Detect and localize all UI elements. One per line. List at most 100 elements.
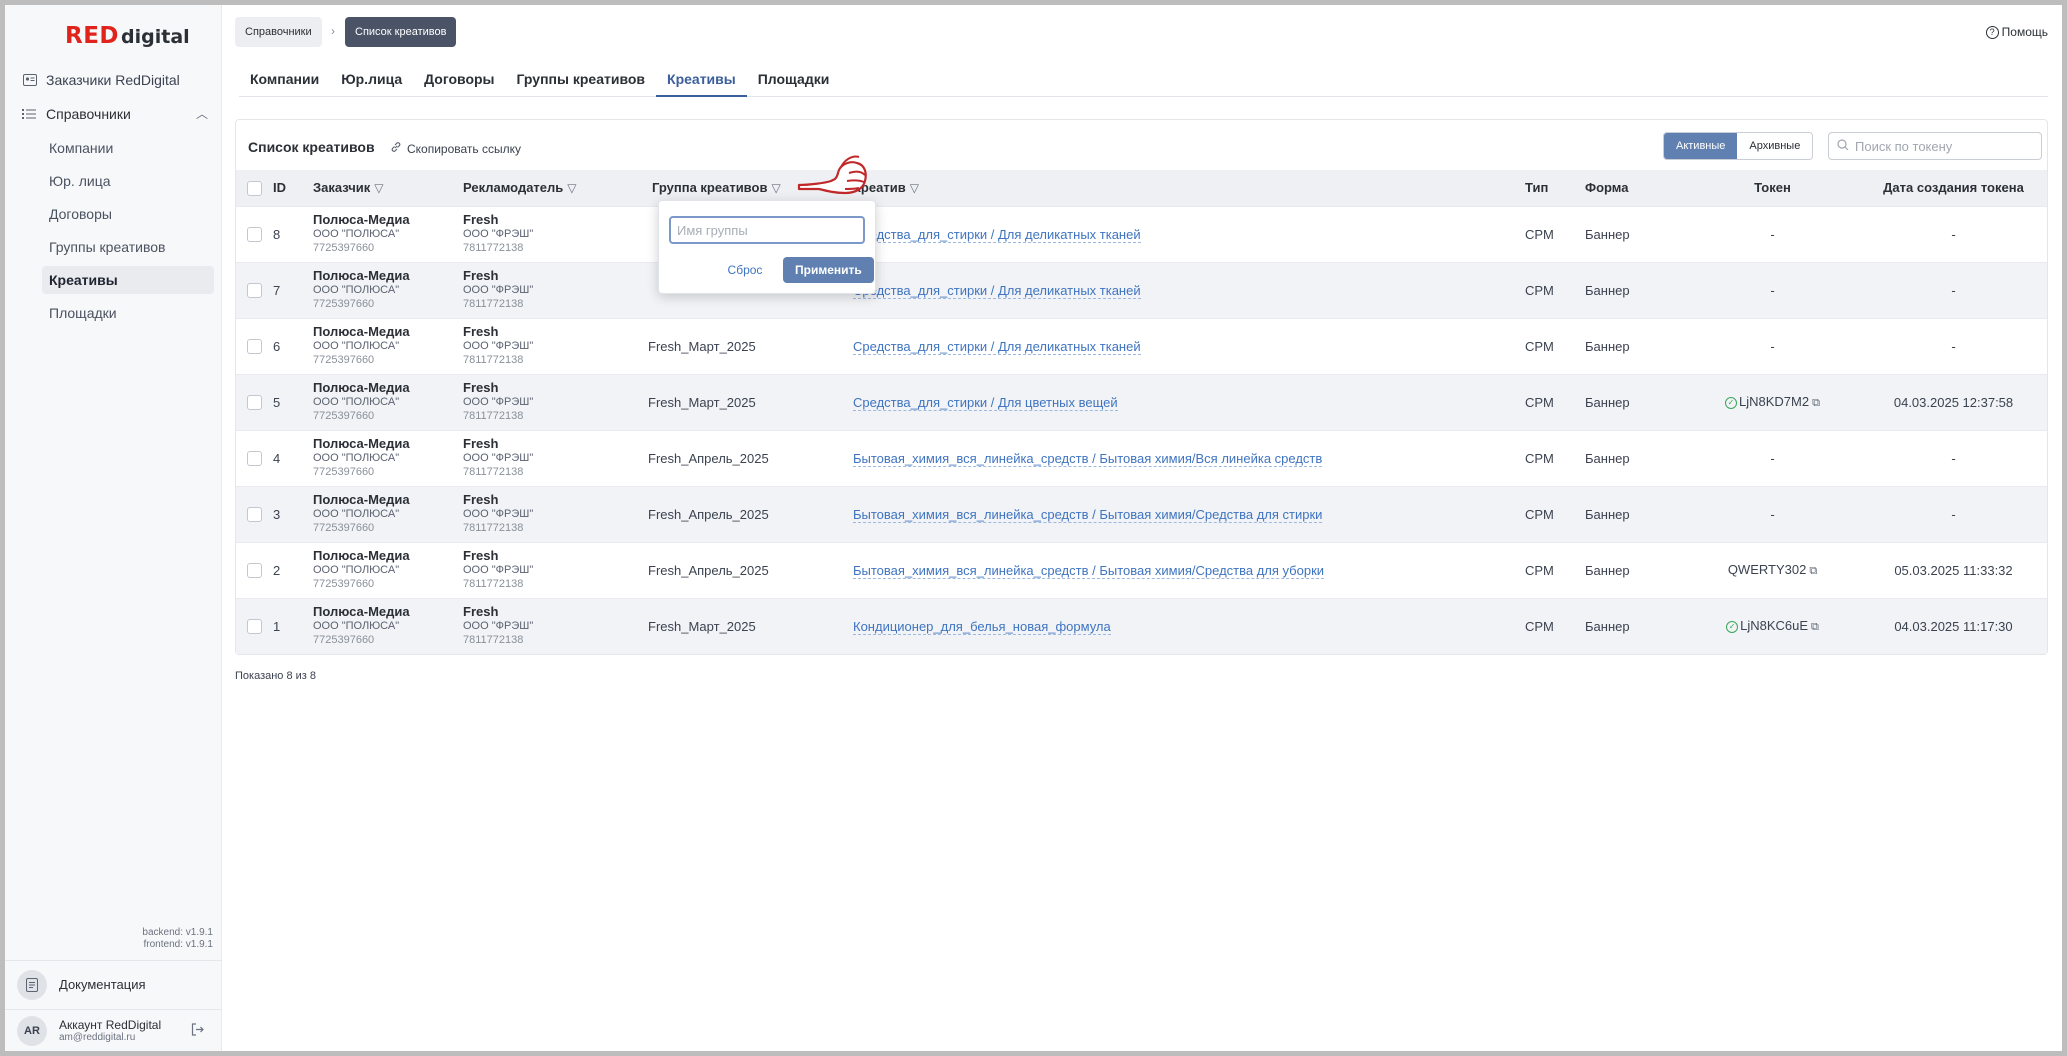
creative-link[interactable]: Бытовая_химия_вся_линейка_средств / Быто… [853, 506, 1323, 523]
token-cell: - [1685, 486, 1860, 542]
customer-inn: 7725397660 [313, 354, 375, 366]
breadcrumb-directories[interactable]: Справочники [235, 17, 322, 47]
token-date-cell: 04.03.2025 11:17:30 [1894, 618, 2013, 634]
tab-contracts[interactable]: Договоры [413, 59, 505, 97]
copy-icon[interactable]: ⧉ [1811, 621, 1819, 633]
logout-icon[interactable] [191, 1023, 204, 1039]
col-group-label: Группа креативов [652, 180, 768, 196]
filter-icon[interactable]: ▽ [771, 181, 780, 195]
chevron-up-icon[interactable]: ︿ [196, 105, 208, 122]
creative-link[interactable]: Бытовая_химия_вся_линейка_средств / Быто… [853, 450, 1323, 467]
status-toggle: Активные Архивные [1663, 132, 1814, 160]
sidebar: RED digital Заказчики RedDigital Справоч… [5, 5, 222, 1051]
sidebar-item-customers[interactable]: Заказчики RedDigital [22, 67, 180, 93]
tab-creative-groups[interactable]: Группы креативов [506, 59, 657, 97]
creative-link[interactable]: Средства_для_стирки / Для цветных вещей [853, 394, 1118, 411]
group-name-input[interactable] [669, 216, 865, 244]
token-search-input[interactable]: Поиск по токену [1828, 132, 2042, 160]
customer-inn: 7725397660 [313, 634, 375, 647]
row-checkbox[interactable] [247, 619, 262, 635]
logo-digital: digital [121, 26, 190, 48]
sidebar-item-companies[interactable]: Компании [42, 134, 214, 162]
reset-button[interactable]: Сброс [719, 257, 771, 283]
creative-link[interactable]: Бытовая_химия_вся_линейка_средств / Быто… [853, 562, 1325, 579]
token-value: - [1770, 450, 1775, 466]
copy-icon[interactable]: ⧉ [1809, 565, 1817, 577]
copy-icon[interactable]: ⧉ [1812, 397, 1820, 409]
col-advertiser: Рекламодатель ▽ [463, 170, 648, 206]
tab-legal-entities[interactable]: Юр.лица [330, 59, 413, 97]
customer-legal: ООО "ПОЛЮСА" [313, 508, 400, 520]
customer-cell: Полюса-Медиа ООО "ПОЛЮСА" 7725397660 [313, 486, 463, 542]
filter-icon[interactable]: ▽ [910, 181, 919, 195]
row-checkbox[interactable] [247, 451, 262, 467]
table-row[interactable]: 5 Полюса-Медиа ООО "ПОЛЮСА" 7725397660 F… [236, 374, 2047, 430]
creative-cell: Бытовая_химия_вся_линейка_средств / Быто… [853, 430, 1525, 486]
sidebar-item-creatives[interactable]: Креативы [42, 266, 214, 294]
customer-name: Полюса-Медиа [313, 436, 410, 451]
table-row[interactable]: 2 Полюса-Медиа ООО "ПОЛЮСА" 7725397660 F… [236, 542, 2047, 598]
advertiser-legal: ООО "ФРЭШ" [463, 620, 534, 633]
sidebar-section-directories[interactable]: Справочники ︿ [22, 101, 208, 127]
copy-link-button[interactable]: Скопировать ссылку [390, 141, 521, 156]
creative-cell: Средства_для_стирки / Для деликатных тка… [853, 262, 1525, 318]
table-row[interactable]: 6 Полюса-Медиа ООО "ПОЛЮСА" 7725397660 F… [236, 318, 2047, 374]
table-row[interactable]: 4 Полюса-Медиа ООО "ПОЛЮСА" 7725397660 F… [236, 430, 2047, 486]
check-circle-icon: ✓ [1725, 396, 1738, 409]
row-checkbox[interactable] [247, 395, 262, 411]
form-cell: Баннер [1585, 394, 1630, 410]
active-filter-button[interactable]: Активные [1664, 133, 1738, 159]
table-row[interactable]: 3 Полюса-Медиа ООО "ПОЛЮСА" 7725397660 F… [236, 486, 2047, 542]
sidebar-item-creative-groups[interactable]: Группы креативов [42, 233, 214, 261]
table-row[interactable]: 1 Полюса-Медиа ООО "ПОЛЮСА" 7725397660 F… [236, 598, 2047, 654]
sidebar-item-contracts[interactable]: Договоры [42, 200, 214, 228]
sidebar-item-platforms[interactable]: Площадки [42, 299, 214, 327]
table-row[interactable]: 8 Полюса-Медиа ООО "ПОЛЮСА" 7725397660 F… [236, 206, 2047, 262]
group-cell: Fresh_Март_2025 [648, 394, 756, 410]
tab-platforms[interactable]: Площадки [747, 59, 841, 97]
advertiser-cell: Fresh ООО "ФРЭШ" 7811772138 [463, 430, 648, 486]
search-icon [1837, 138, 1849, 154]
tab-creatives[interactable]: Креативы [656, 59, 747, 97]
row-id: 6 [273, 338, 281, 354]
row-checkbox[interactable] [247, 507, 262, 523]
row-checkbox[interactable] [247, 227, 262, 243]
logo[interactable]: RED digital [65, 23, 190, 51]
creative-link[interactable]: Средства_для_стирки / Для деликатных тка… [853, 282, 1141, 299]
card-title: Список креативов [248, 139, 375, 155]
advertiser-legal: ООО "ФРЭШ" [463, 284, 534, 296]
avatar[interactable]: AR [17, 1015, 47, 1046]
token-value: - [1770, 282, 1775, 298]
advertiser-legal: ООО "ФРЭШ" [463, 452, 534, 464]
archive-filter-button[interactable]: Архивные [1737, 133, 1813, 159]
row-checkbox[interactable] [247, 563, 262, 579]
type-cell: CPM [1525, 394, 1554, 410]
sidebar-item-legal-entities[interactable]: Юр. лица [42, 167, 214, 195]
tab-companies[interactable]: Компании [239, 59, 330, 97]
form-cell: Баннер [1585, 618, 1630, 634]
filter-icon[interactable]: ▽ [374, 181, 383, 195]
breadcrumb-creatives-list[interactable]: Список креативов [345, 17, 457, 47]
advertiser-inn: 7811772138 [463, 466, 524, 478]
documentation-link[interactable]: Документация [5, 960, 222, 1008]
table-row[interactable]: 7 Полюса-Медиа ООО "ПОЛЮСА" 7725397660 F… [236, 262, 2047, 318]
advertiser-name: Fresh [463, 436, 499, 451]
row-checkbox[interactable] [247, 339, 262, 355]
creative-link[interactable]: Средства_для_стирки / Для деликатных тка… [853, 226, 1141, 243]
search-placeholder: Поиск по токену [1855, 138, 1953, 154]
group-cell: Fresh_Апрель_2025 [648, 506, 769, 522]
select-all-checkbox[interactable] [247, 180, 262, 196]
creative-link[interactable]: Кондиционер_для_белья_новая_формула [853, 618, 1111, 635]
apply-button[interactable]: Применить [783, 257, 874, 283]
filter-icon[interactable]: ▽ [567, 181, 576, 195]
row-checkbox[interactable] [247, 283, 262, 299]
type-cell: CPM [1525, 562, 1554, 578]
customer-inn: 7725397660 [313, 466, 375, 478]
help-button[interactable]: ? Помощь [1985, 25, 2048, 39]
advertiser-name: Fresh [463, 268, 499, 283]
customer-cell: Полюса-Медиа ООО "ПОЛЮСА" 7725397660 [313, 206, 463, 262]
token-cell: ✓ LjN8KC6uE ⧉ [1685, 598, 1860, 654]
advertiser-legal: ООО "ФРЭШ" [463, 564, 534, 576]
creatives-card: Список креативов Скопировать ссылку Акти… [235, 119, 2048, 655]
creative-link[interactable]: Средства_для_стирки / Для деликатных тка… [853, 338, 1141, 355]
